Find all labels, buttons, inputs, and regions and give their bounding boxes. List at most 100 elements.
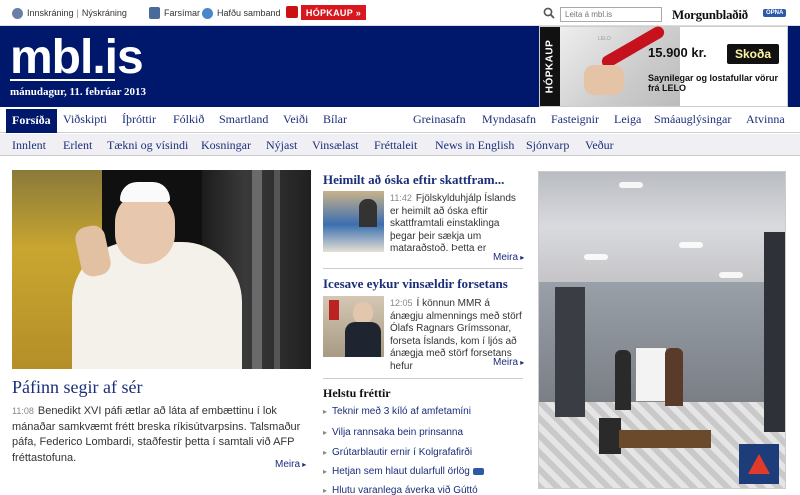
nav-item-fishing[interactable]: Veiði	[283, 112, 308, 127]
lead-story-text: Benedikt XVI páfi ætlar að láta af embæt…	[12, 405, 301, 464]
bullet: ▸	[323, 447, 328, 457]
lead-story-image[interactable]	[12, 170, 311, 369]
story-snippet: 11:42 Fjölskylduhjálp Íslands er heimilt …	[390, 192, 525, 254]
story-time: 11:42	[390, 193, 412, 203]
list-item[interactable]: ▸ Grútarblautir ernir í Kolgrafafirði	[323, 443, 472, 461]
story-thumbnail[interactable]	[323, 191, 384, 252]
current-date: mánudagur, 11. febrúar 2013	[10, 86, 146, 98]
story-time: 12:05	[390, 298, 413, 308]
nav-item-smartland[interactable]: Smartland	[219, 112, 268, 127]
story-more-link[interactable]: Meira	[493, 357, 524, 368]
hopkaup-button[interactable]: HÓPKAUP »	[286, 5, 366, 20]
utility-bar: Innskráning | Nýskráning Farsímar Hafðu …	[0, 0, 800, 26]
ceiling-light	[719, 272, 743, 278]
primary-nav: Forsíða Viðskipti Íþróttir Fólkið Smartl…	[0, 107, 800, 133]
lead-story-time: 11:08	[12, 406, 34, 416]
subnav-item-latest[interactable]: Nýjast	[266, 138, 297, 153]
subnav-item-tech[interactable]: Tækni og vísindi	[107, 138, 188, 153]
ad-view-button[interactable]: Skoða	[727, 44, 779, 64]
mobile-link-wrap[interactable]: Farsímar	[149, 6, 200, 20]
photo-ceiling	[539, 172, 785, 282]
ad-side-text: HÓPKAUP	[544, 39, 556, 94]
subnav-item-foreign[interactable]: Erlent	[63, 138, 92, 153]
story-thumbnail[interactable]	[323, 296, 384, 357]
account-links: Innskráning | Nýskráning	[12, 6, 127, 20]
subnav-item-news-search[interactable]: Fréttaleit	[374, 138, 417, 153]
list-item[interactable]: ▸ Vilja rannsaka bein prinsanna	[323, 423, 463, 441]
site-logo[interactable]: mbl.is	[10, 30, 144, 85]
bullet: ▸	[323, 466, 328, 476]
contact-link[interactable]: Hafðu samband	[217, 8, 281, 18]
search-input[interactable]	[560, 7, 662, 22]
list-item[interactable]: ▸ Hlutu varanlega áverka við Gúttó	[323, 481, 478, 495]
header-ad[interactable]: HÓPKAUP LELO 15.900 kr. Skoða Saynilegar…	[539, 24, 788, 107]
login-link[interactable]: Innskráning	[27, 8, 74, 18]
nav-item-home[interactable]: Forsíða	[6, 109, 57, 133]
list-item-label[interactable]: Grútarblautir ernir í Kolgrafafirði	[332, 447, 472, 458]
divider	[323, 378, 523, 379]
nav-item-photo-archive[interactable]: Myndasafn	[482, 112, 536, 127]
lead-more-link[interactable]: Meira	[275, 459, 306, 470]
search-icon[interactable]	[543, 7, 555, 19]
logo-mark-icon	[748, 454, 770, 474]
subnav-item-english[interactable]: News in English	[435, 138, 514, 153]
nav-item-classifieds[interactable]: Smáauglýsingar	[654, 112, 731, 127]
company-logo-icon[interactable]	[739, 444, 779, 484]
nav-item-rentals[interactable]: Leiga	[614, 112, 641, 127]
subnav-item-popular[interactable]: Vinsælast	[312, 138, 359, 153]
nav-item-jobs[interactable]: Atvinna	[746, 112, 785, 127]
photo-table	[619, 430, 711, 448]
story-more-link[interactable]: Meira	[493, 252, 524, 263]
list-item-label[interactable]: Hetjan sem hlaut dularfull örlög	[332, 466, 470, 477]
ad-product-mini: LELO	[598, 36, 611, 42]
ceiling-light	[584, 254, 608, 260]
list-item-label[interactable]: Teknir með 3 kíló af amfetamíni	[332, 406, 471, 417]
car-icon	[472, 467, 484, 475]
top-news-heading: Helstu fréttir	[323, 386, 391, 400]
mobile-icon	[149, 7, 160, 19]
ad-text: Saynilegar og lostafullar vörur frá LELO	[648, 73, 779, 93]
ceiling-light	[619, 182, 643, 188]
sidebar-photo-ad[interactable]	[538, 171, 786, 489]
list-item-label[interactable]: Vilja rannsaka bein prinsanna	[332, 427, 463, 438]
photo-chair	[599, 418, 621, 454]
bullet: ▸	[323, 406, 328, 416]
mobile-link[interactable]: Farsímar	[164, 8, 200, 18]
story-title[interactable]: Icesave eykur vinsældir forsetans	[323, 276, 508, 292]
story-title[interactable]: Heimilt að óska eftir skattfram...	[323, 172, 504, 188]
bullet: ▸	[323, 485, 328, 495]
nav-item-cars[interactable]: Bílar	[323, 112, 347, 127]
subnav-item-tv[interactable]: Sjónvarp	[526, 138, 569, 153]
newspaper-badge[interactable]: OPNA	[763, 9, 787, 17]
subnav-item-weather[interactable]: Veður	[585, 138, 614, 153]
register-link[interactable]: Nýskráning	[82, 8, 127, 18]
flag-image	[329, 300, 339, 320]
list-item[interactable]: ▸ Teknir með 3 kíló af amfetamíni	[323, 402, 471, 420]
newspaper-logo[interactable]: Morgunblaðið	[672, 7, 748, 23]
nav-item-business[interactable]: Viðskipti	[63, 112, 107, 127]
contact-link-wrap[interactable]: Hafðu samband	[202, 6, 281, 20]
lead-story-title[interactable]: Páfinn segir af sér	[12, 377, 142, 398]
nav-item-sports[interactable]: Íþróttir	[122, 112, 156, 127]
secondary-nav: Innlent Erlent Tækni og vísindi Kosninga…	[0, 134, 800, 156]
pope-head	[115, 192, 175, 264]
nav-item-archive[interactable]: Greinasafn	[413, 112, 466, 127]
nav-item-real-estate[interactable]: Fasteignir	[551, 112, 599, 127]
photo-pillar	[764, 232, 785, 432]
bullet: ▸	[323, 427, 328, 437]
nav-item-people[interactable]: Fólkið	[173, 112, 204, 127]
list-item-label[interactable]: Hlutu varanlega áverka við Gúttó	[332, 485, 478, 495]
image-pillar	[274, 170, 280, 369]
divider	[323, 268, 523, 269]
logo-underline	[10, 79, 115, 81]
thumbnail-suit	[345, 322, 381, 357]
photo-person	[615, 350, 631, 410]
subnav-item-elections[interactable]: Kosningar	[201, 138, 251, 153]
photo-flipchart	[635, 347, 667, 402]
ad-price: 15.900 kr.	[648, 45, 707, 60]
cart-icon	[286, 6, 298, 18]
thumbnail-person	[359, 199, 377, 227]
subnav-item-domestic[interactable]: Innlent	[12, 138, 46, 153]
list-item[interactable]: ▸ Hetjan sem hlaut dularfull örlög	[323, 462, 484, 480]
photo-pillar	[555, 287, 585, 417]
